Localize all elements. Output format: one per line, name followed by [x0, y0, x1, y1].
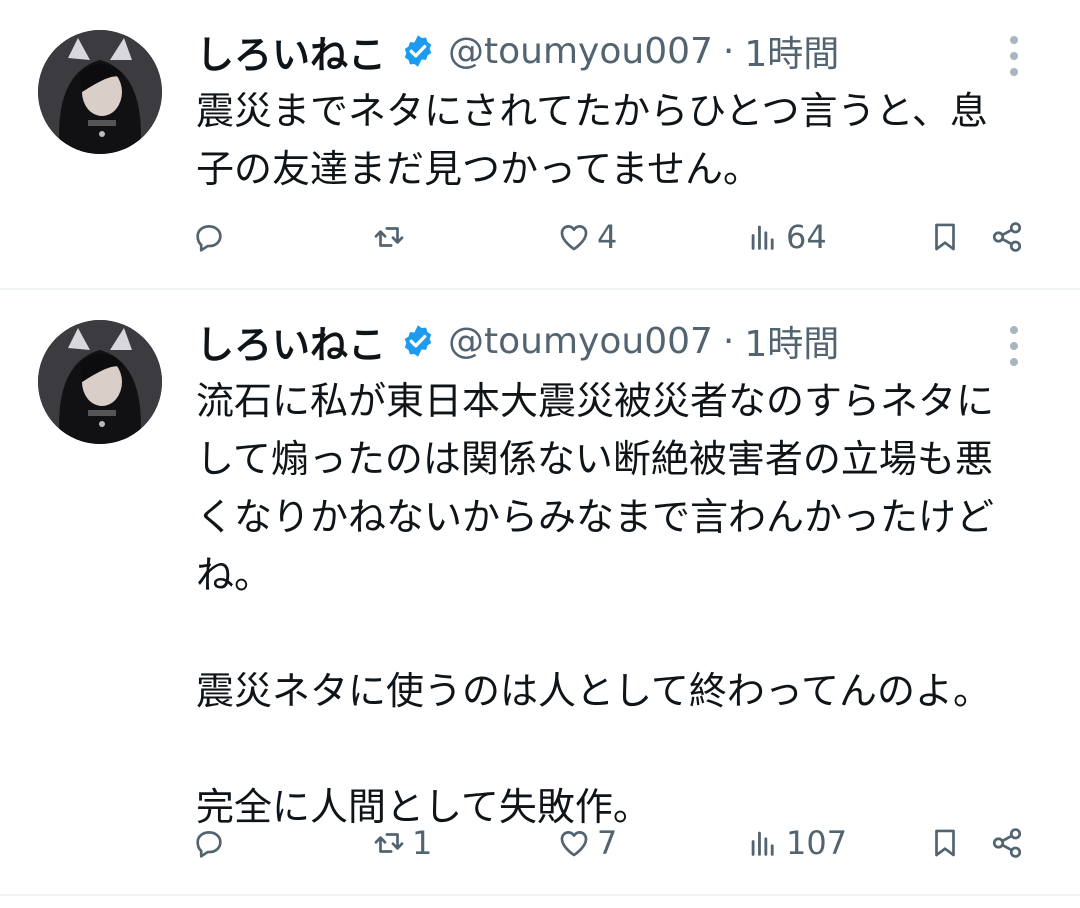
display-name[interactable]: しろいねこ	[196, 314, 386, 369]
timestamp[interactable]: 1時間	[744, 25, 839, 77]
retweet-button[interactable]	[372, 212, 412, 262]
share-icon	[992, 828, 1022, 858]
reply-button[interactable]	[192, 212, 232, 262]
separator-dot: ·	[722, 30, 735, 72]
retweet-count: 1	[412, 824, 433, 862]
tweet-feed: しろいねこ @toumyou007 · 1時間 震災までネタにされてたからひとつ…	[0, 0, 1080, 908]
reply-button[interactable]	[192, 818, 232, 868]
reply-icon	[196, 831, 222, 858]
retweet-button[interactable]: 1	[372, 818, 432, 868]
tweet-header: しろいねこ @toumyou007 · 1時間	[196, 25, 839, 77]
bookmark-button[interactable]	[928, 818, 962, 868]
more-options-icon[interactable]	[1000, 36, 1028, 76]
tweet[interactable]: しろいねこ @toumyou007 · 1時間 流石に私が東日本大震災被災者なの…	[0, 290, 1080, 896]
avatar[interactable]	[38, 30, 162, 154]
tweet-text: 流石に私が東日本大震災被災者なのすらネタに して煽ったのは関係ない断絶被害者の立…	[196, 379, 995, 829]
avatar[interactable]	[38, 320, 162, 444]
share-button[interactable]	[990, 212, 1024, 262]
more-options-icon[interactable]	[1000, 326, 1028, 366]
views-button[interactable]: 64	[746, 212, 827, 262]
verified-badge-icon	[404, 35, 432, 67]
share-icon	[992, 222, 1022, 252]
avatar-image	[38, 320, 162, 444]
timestamp[interactable]: 1時間	[744, 315, 839, 367]
tweet-header: しろいねこ @toumyou007 · 1時間	[196, 315, 839, 367]
verified-badge-icon	[404, 325, 432, 357]
retweet-icon	[374, 833, 404, 853]
tweet-actions: 4 64	[0, 212, 1080, 262]
views-button[interactable]: 107	[746, 818, 847, 868]
user-handle[interactable]: @toumyou007	[448, 31, 713, 72]
bookmark-icon	[935, 829, 955, 857]
bookmark-button[interactable]	[928, 212, 962, 262]
tweet[interactable]: しろいねこ @toumyou007 · 1時間 震災までネタにされてたからひとつ…	[0, 0, 1080, 290]
tweet-actions: 1 7 107	[0, 818, 1080, 868]
views-bar-chart-icon	[751, 225, 774, 250]
share-button[interactable]	[990, 818, 1024, 868]
view-count: 64	[786, 218, 827, 256]
user-handle[interactable]: @toumyou007	[448, 321, 713, 362]
like-button[interactable]: 4	[557, 212, 617, 262]
reply-icon	[196, 225, 222, 252]
retweet-icon	[374, 227, 404, 247]
heart-icon	[560, 225, 588, 251]
avatar-image	[38, 30, 162, 154]
heart-icon	[560, 831, 588, 857]
bookmark-icon	[935, 223, 955, 251]
like-count: 7	[597, 824, 618, 862]
tweet-text: 震災までネタにされてたからひとつ言うと、息 子の友達まだ見つかってません。	[196, 89, 988, 191]
separator-dot: ·	[722, 320, 735, 362]
view-count: 107	[786, 824, 848, 862]
display-name[interactable]: しろいねこ	[196, 24, 386, 79]
views-bar-chart-icon	[751, 831, 774, 856]
like-button[interactable]: 7	[557, 818, 617, 868]
like-count: 4	[597, 218, 618, 256]
